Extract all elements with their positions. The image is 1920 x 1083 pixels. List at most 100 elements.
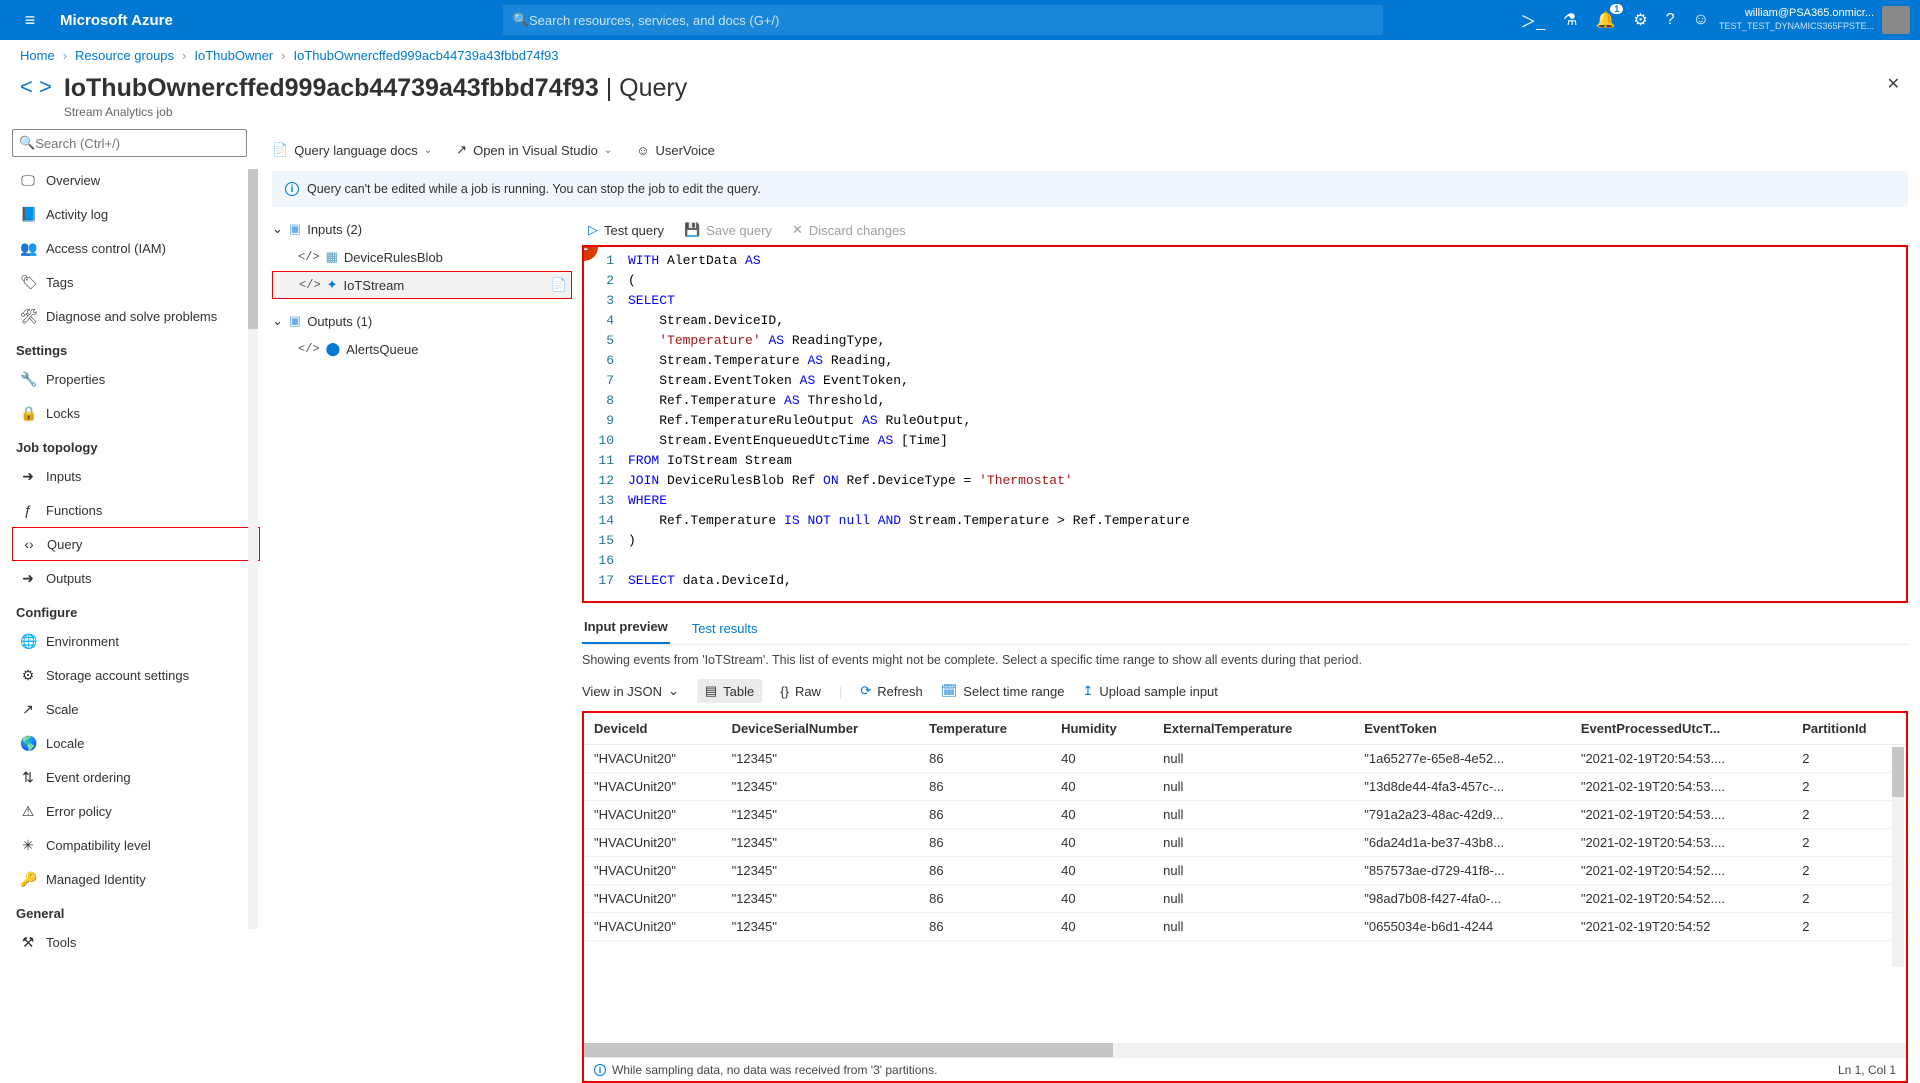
- table-scrollbar[interactable]: [1892, 747, 1904, 967]
- help-icon[interactable]: ?: [1666, 11, 1675, 29]
- nav-item-icon: ⚙: [20, 667, 36, 684]
- refresh-button[interactable]: ⟳Refresh: [860, 683, 922, 699]
- nav-item-tools[interactable]: ⚒Tools: [12, 925, 260, 959]
- table-header[interactable]: DeviceSerialNumber: [722, 713, 920, 745]
- nav-item-label: Locale: [46, 736, 84, 751]
- input-item-iotstream[interactable]: </>✦IoTStream📄: [272, 271, 572, 299]
- cloud-shell-icon[interactable]: ＞_: [1520, 8, 1545, 32]
- menu-search-input[interactable]: [35, 136, 240, 151]
- table-row[interactable]: "HVACUnit20""12345"8640null"6da24d1a-be3…: [584, 829, 1906, 857]
- inputs-group-header[interactable]: ⌄▣Inputs (2): [272, 215, 572, 243]
- nav-item-label: Storage account settings: [46, 668, 189, 683]
- global-search[interactable]: 🔍: [503, 5, 1383, 35]
- tab-input-preview[interactable]: Input preview: [582, 611, 670, 644]
- chevron-down-icon: ⌄: [424, 145, 432, 156]
- code-body[interactable]: WITH AlertData AS ( SELECT Stream.Device…: [622, 247, 1906, 601]
- table-header[interactable]: Temperature: [919, 713, 1051, 745]
- table-cell: "13d8de44-4fa3-457c-...: [1354, 773, 1571, 801]
- nav-item-icon: ➜: [20, 570, 36, 587]
- nav-item-event-ordering[interactable]: ⇅Event ordering: [12, 760, 260, 794]
- table-cell: 86: [919, 857, 1051, 885]
- nav-item-outputs[interactable]: ➜Outputs: [12, 561, 260, 595]
- close-icon[interactable]: ✕: [1887, 74, 1900, 94]
- nav-item-inputs[interactable]: ➜Inputs: [12, 459, 260, 493]
- tab-test-results[interactable]: Test results: [690, 613, 760, 644]
- discard-button[interactable]: ✕Discard changes: [792, 222, 906, 238]
- test-query-button[interactable]: ▷Test query: [588, 222, 664, 238]
- nav-item-activity-log[interactable]: 📘Activity log: [12, 197, 260, 231]
- table-row[interactable]: "HVACUnit20""12345"8640null"857573ae-d72…: [584, 857, 1906, 885]
- table-cell: "98ad7b08-f427-4fa0-...: [1354, 885, 1571, 913]
- code-editor[interactable]: 2 1234567891011121314151617 WITH AlertDa…: [582, 245, 1908, 603]
- nav-item-tags[interactable]: 🏷Tags: [12, 265, 260, 299]
- select-time-range-button[interactable]: 🗓Select time range: [941, 683, 1065, 699]
- nav-item-environment[interactable]: 🌐Environment: [12, 624, 260, 658]
- hamburger-menu[interactable]: ≡: [10, 10, 50, 31]
- output-item-alertsqueue[interactable]: </>⬤AlertsQueue: [272, 335, 572, 363]
- table-header[interactable]: Humidity: [1051, 713, 1153, 745]
- table-header[interactable]: PartitionId: [1792, 713, 1906, 745]
- table-hscrollbar[interactable]: [584, 1043, 1906, 1057]
- table-row[interactable]: "HVACUnit20""12345"8640null"0655034e-b6d…: [584, 913, 1906, 941]
- nav-item-locale[interactable]: 🌎Locale: [12, 726, 260, 760]
- nav-item-properties[interactable]: 🔧Properties: [12, 362, 260, 396]
- table-row[interactable]: "HVACUnit20""12345"8640null"791a2a23-48a…: [584, 801, 1906, 829]
- avatar[interactable]: [1882, 6, 1910, 34]
- view-raw-button[interactable]: {}Raw: [780, 684, 821, 699]
- upload-sample-button[interactable]: ↥Upload sample input: [1082, 683, 1217, 699]
- close-icon: ✕: [792, 222, 803, 238]
- breadcrumb-item[interactable]: Home: [20, 48, 55, 63]
- table-cell: 86: [919, 773, 1051, 801]
- status-bar: i While sampling data, no data was recei…: [584, 1057, 1906, 1081]
- nav-item-query[interactable]: ‹›Query: [12, 527, 260, 561]
- menu-search[interactable]: 🔍: [12, 129, 247, 157]
- table-cell: 86: [919, 745, 1051, 773]
- query-docs-button[interactable]: 📄Query language docs⌄: [272, 142, 432, 158]
- view-json-button[interactable]: View in JSON⌄: [582, 683, 679, 699]
- uservoice-button[interactable]: ☺UserVoice: [636, 143, 715, 158]
- table-row[interactable]: "HVACUnit20""12345"8640null"98ad7b08-f42…: [584, 885, 1906, 913]
- nav-item-diagnose-and-solve-problems[interactable]: 🛠Diagnose and solve problems: [12, 299, 260, 333]
- table-cell: null: [1153, 913, 1354, 941]
- user-block[interactable]: william@PSA365.onmicr... TEST_TEST_DYNAM…: [1719, 6, 1910, 34]
- table-row[interactable]: "HVACUnit20""12345"8640null"13d8de44-4fa…: [584, 773, 1906, 801]
- filter-icon[interactable]: ⚗: [1563, 10, 1577, 30]
- nav-item-compatibility-level[interactable]: ✳Compatibility level: [12, 828, 260, 862]
- breadcrumb-item[interactable]: IoThubOwnercffed999acb44739a43fbbd74f93: [293, 48, 558, 63]
- table-header[interactable]: ExternalTemperature: [1153, 713, 1354, 745]
- table-header[interactable]: DeviceId: [584, 713, 722, 745]
- feedback-icon[interactable]: ☺: [1693, 11, 1709, 29]
- nav-item-overview[interactable]: 🖵Overview: [12, 163, 260, 197]
- upload-icon: ↥: [1082, 683, 1093, 699]
- table-header[interactable]: EventToken: [1354, 713, 1571, 745]
- nav-item-storage-account-settings[interactable]: ⚙ Storage account settings: [12, 658, 260, 692]
- open-external-icon: ↗: [456, 142, 467, 158]
- notifications-icon[interactable]: 🔔1: [1595, 10, 1615, 30]
- nav-item-label: Event ordering: [46, 770, 131, 785]
- nav-item-access-control-iam-[interactable]: 👥Access control (IAM): [12, 231, 260, 265]
- table-cell: null: [1153, 857, 1354, 885]
- nav-item-locks[interactable]: 🔒Locks: [12, 396, 260, 430]
- table-header[interactable]: EventProcessedUtcT...: [1571, 713, 1792, 745]
- global-search-input[interactable]: [529, 13, 1373, 28]
- nav-item-functions[interactable]: ƒFunctions: [12, 493, 260, 527]
- save-query-button[interactable]: 💾Save query: [684, 222, 772, 238]
- table-cell: "2021-02-19T20:54:53....: [1571, 773, 1792, 801]
- nav-item-managed-identity[interactable]: 🔑Managed Identity: [12, 862, 260, 896]
- nav-item-icon: 🌐: [20, 633, 36, 650]
- outputs-group-header[interactable]: ⌄▣Outputs (1): [272, 307, 572, 335]
- nav-item-icon: 🔧: [20, 371, 36, 388]
- nav-item-scale[interactable]: ↗Scale: [12, 692, 260, 726]
- view-table-button[interactable]: ▤Table: [697, 679, 762, 703]
- nav-item-error-policy[interactable]: ⚠Error policy: [12, 794, 260, 828]
- nav-item-icon: 🏷: [20, 274, 36, 291]
- open-vs-button[interactable]: ↗Open in Visual Studio⌄: [456, 142, 612, 158]
- input-item-devicerulesblob[interactable]: </>▦DeviceRulesBlob: [272, 243, 572, 271]
- nav-scrollbar[interactable]: [248, 169, 258, 929]
- settings-icon[interactable]: ⚙: [1633, 10, 1647, 30]
- refresh-icon: ⟳: [860, 683, 871, 699]
- table-cell: 40: [1051, 745, 1153, 773]
- breadcrumb-item[interactable]: IoThubOwner: [194, 48, 273, 63]
- table-row[interactable]: "HVACUnit20""12345"8640null"1a65277e-65e…: [584, 745, 1906, 773]
- breadcrumb-item[interactable]: Resource groups: [75, 48, 174, 63]
